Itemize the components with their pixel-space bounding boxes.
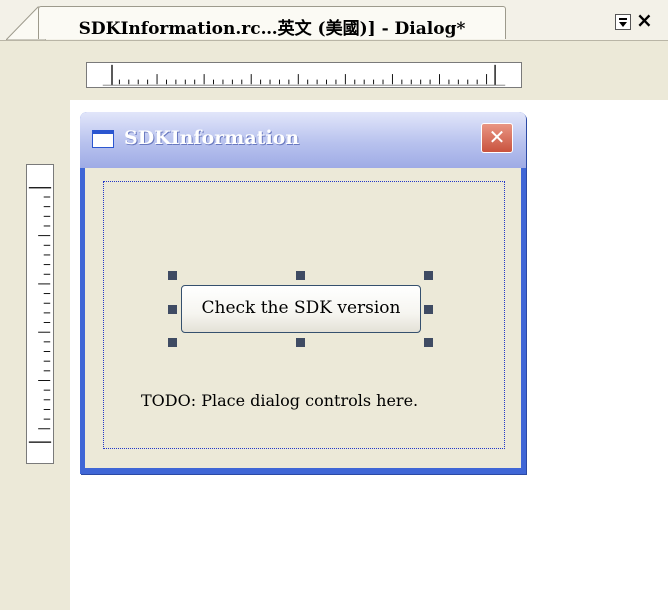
window-icon — [92, 130, 114, 148]
document-tab-strip: SDKInformation.rc…英文 (美國)] - Dialog* × — [0, 0, 668, 41]
document-tab-title: SDKInformation.rc…英文 (美國)] - Dialog* — [78, 19, 466, 39]
selection-handle-bottom-right[interactable] — [424, 338, 433, 347]
selection-handle-middle-right[interactable] — [424, 305, 433, 314]
selection-handle-bottom-center[interactable] — [296, 338, 305, 347]
todo-static-text[interactable]: TODO: Place dialog controls here. — [141, 391, 418, 410]
selection-handle-top-center[interactable] — [296, 271, 305, 280]
dropdown-icon[interactable] — [615, 14, 631, 30]
horizontal-ruler[interactable] — [86, 62, 522, 88]
vertical-ruler[interactable] — [26, 164, 54, 464]
close-button[interactable]: ✕ — [481, 123, 513, 153]
check-sdk-version-button[interactable]: Check the SDK version — [181, 285, 421, 333]
dialog-title-bar[interactable]: SDKInformation ✕ — [80, 112, 526, 168]
dialog-preview[interactable]: SDKInformation ✕ Check the SDK version T… — [80, 112, 526, 474]
dialog-client-area[interactable]: Check the SDK version TODO: Place dialog… — [85, 168, 521, 468]
document-tab[interactable]: SDKInformation.rc…英文 (美國)] - Dialog* — [38, 6, 506, 39]
selection-handle-middle-left[interactable] — [168, 305, 177, 314]
selection-handle-top-right[interactable] — [424, 271, 433, 280]
dialog-title: SDKInformation — [124, 127, 300, 149]
selection-handle-top-left[interactable] — [168, 271, 177, 280]
close-icon[interactable]: × — [636, 10, 653, 30]
selection-handle-bottom-left[interactable] — [168, 338, 177, 347]
